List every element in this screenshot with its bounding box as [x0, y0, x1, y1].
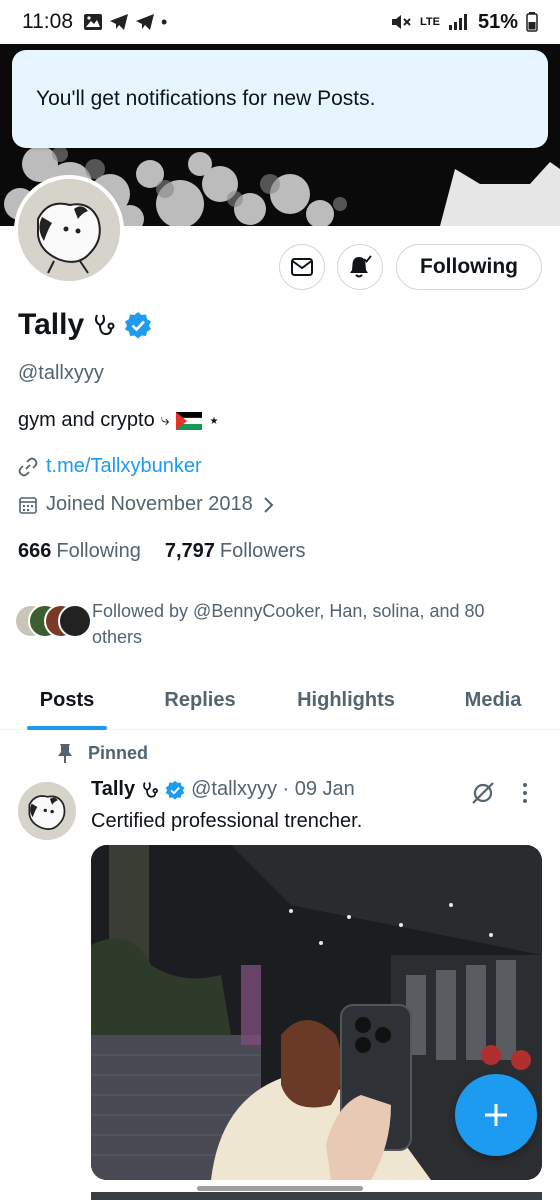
- followers-you-know-avatars: [14, 600, 92, 640]
- home-indicator[interactable]: [197, 1186, 363, 1191]
- tab-posts[interactable]: Posts: [0, 670, 134, 730]
- joined-row[interactable]: Joined November 2018: [18, 493, 275, 516]
- profile-avatar[interactable]: [14, 175, 124, 285]
- signal-icon: [448, 14, 467, 30]
- post-avatar-image: [18, 782, 76, 840]
- verified-badge-icon[interactable]: [124, 311, 152, 339]
- telegram-icon: [110, 14, 128, 30]
- avatar-image: [18, 179, 120, 281]
- pin-icon: [58, 744, 72, 763]
- bell-check-icon: [350, 255, 372, 278]
- chevron-right-icon: [264, 496, 274, 513]
- bio-text: gym and crypto: [18, 409, 155, 431]
- follow-counts: 666 Following 7,797 Followers: [18, 540, 306, 563]
- followers-count-link[interactable]: 7,797 Followers: [165, 540, 306, 563]
- profile-link[interactable]: t.me/Tallxybunker: [46, 455, 202, 478]
- stethoscope-icon: [95, 314, 115, 336]
- battery-percent: 51%: [477, 10, 518, 33]
- mute-icon: [392, 15, 411, 29]
- post-text: Certified professional trencher.: [91, 810, 363, 832]
- mail-icon: [291, 258, 313, 276]
- status-bar: 11:08 • LTE 51%: [0, 0, 560, 44]
- tab-highlights[interactable]: Highlights: [266, 670, 426, 730]
- tab-replies[interactable]: Replies: [134, 670, 266, 730]
- plus-icon: [485, 1104, 507, 1126]
- followed-by-text: Followed by @BennyCooker, Han, solina, a…: [92, 601, 485, 647]
- network-label: LTE: [420, 16, 440, 28]
- gallery-icon: [84, 14, 102, 30]
- grok-icon[interactable]: [470, 780, 496, 806]
- message-button[interactable]: [279, 244, 325, 290]
- post-meta: @tallxyyy · 09 Jan: [191, 778, 355, 800]
- profile-bio: gym and crypto ⤷ ⋆: [18, 408, 220, 433]
- post-author-avatar[interactable]: [18, 782, 76, 840]
- bio-star: ⋆: [207, 410, 221, 432]
- followed-by-row[interactable]: Followed by @BennyCooker, Han, solina, a…: [14, 598, 522, 650]
- battery-icon: [526, 12, 538, 32]
- profile-link-row: t.me/Tallxybunker: [18, 455, 202, 478]
- profile-tabs: Posts Replies Highlights Media: [0, 670, 560, 730]
- joined-date: Joined November 2018: [46, 493, 253, 515]
- profile-name-row: Tally: [18, 308, 152, 342]
- bio-arrow: ⤷: [160, 411, 170, 429]
- next-post-edge: [91, 1192, 542, 1200]
- post-header: Tally @tallxyyy · 09 Jan: [91, 778, 355, 801]
- calendar-icon: [19, 496, 37, 514]
- more-options-icon[interactable]: [522, 782, 528, 808]
- status-time: 11:08: [22, 10, 73, 33]
- profile-handle: @tallxyyy: [18, 362, 104, 384]
- telegram-icon-2: [136, 14, 154, 30]
- stethoscope-icon: [143, 781, 159, 798]
- post-author-name[interactable]: Tally: [91, 778, 135, 801]
- mini-avatar-4: [58, 604, 92, 638]
- notification-toast: You'll get notifications for new Posts.: [12, 50, 548, 148]
- toast-message: You'll get notifications for new Posts.: [36, 87, 376, 110]
- tab-media[interactable]: Media: [426, 670, 560, 730]
- following-count-link[interactable]: 666 Following: [18, 540, 141, 563]
- notifications-button[interactable]: [337, 244, 383, 290]
- compose-post-button[interactable]: [455, 1074, 537, 1156]
- link-icon: [18, 457, 38, 476]
- dot-icon: •: [161, 11, 168, 32]
- verified-badge-icon: [165, 780, 185, 800]
- profile-name: Tally: [18, 308, 85, 341]
- palestine-flag-icon: [175, 411, 202, 430]
- pinned-label: Pinned: [56, 742, 148, 764]
- following-button[interactable]: Following: [396, 244, 542, 290]
